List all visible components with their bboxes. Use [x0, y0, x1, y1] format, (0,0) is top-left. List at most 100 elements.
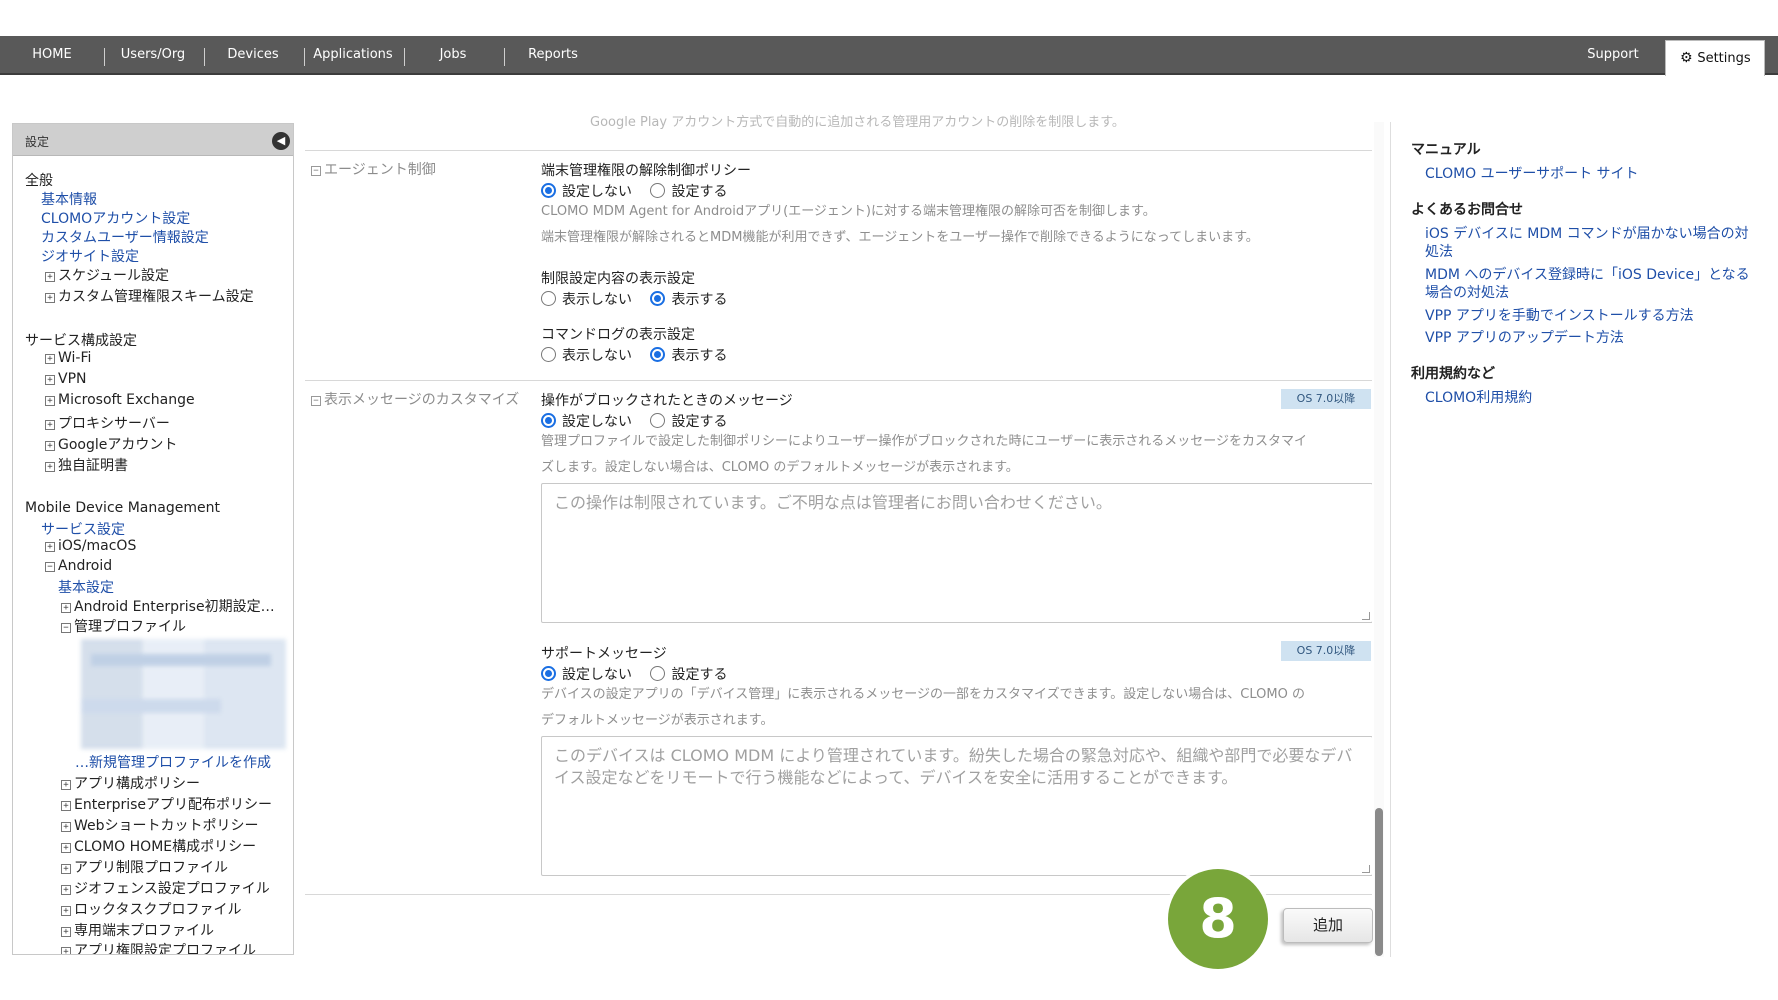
divider — [305, 380, 1372, 381]
sidebar-tree-exchange[interactable]: + Microsoft Exchange — [45, 392, 195, 408]
sidebar-title: 設定 — [25, 135, 50, 149]
expand-icon: + — [45, 441, 55, 451]
sidebar-tree-wifi[interactable]: + Wi-Fi — [45, 350, 91, 366]
add-button[interactable]: 追加 — [1283, 908, 1373, 943]
sidebar-tree-clomo-home-policy[interactable]: + CLOMO HOME構成ポリシー — [61, 836, 256, 856]
divider — [305, 150, 1372, 151]
sidebar-header: 設定 ◀ — [13, 124, 293, 156]
expand-icon: + — [45, 462, 55, 472]
blocked-message-radios: 設定しない 設定する — [541, 411, 741, 431]
expand-icon: + — [61, 603, 71, 613]
faq-link-vpp-update[interactable]: VPP アプリのアップデート方法 — [1425, 329, 1624, 347]
sidebar-tree-app-restriction[interactable]: + アプリ制限プロファイル — [61, 857, 228, 877]
radio-unenroll-on[interactable] — [650, 183, 666, 198]
sidebar-tree-android-enterprise[interactable]: + Android Enterprise初期設定… — [61, 596, 275, 616]
sidebar-tree-custom-permission[interactable]: + カスタム管理権限スキーム設定 — [45, 286, 254, 306]
nav-support[interactable]: Support — [1572, 36, 1654, 73]
expand-icon: + — [45, 354, 55, 364]
expand-icon: + — [45, 542, 55, 552]
sidebar-link-basic-info[interactable]: 基本情報 — [41, 189, 97, 209]
nav-settings-label: Settings — [1697, 51, 1751, 66]
sidebar-link-account-settings[interactable]: CLOMOアカウント設定 — [41, 208, 190, 228]
sidebar-heading-general: 全般 — [25, 173, 53, 189]
sidebar-tree-schedule[interactable]: + スケジュール設定 — [45, 265, 169, 285]
sidebar-tree-google-account[interactable]: + Googleアカウント — [45, 434, 177, 454]
os-version-badge: OS 7.0以降 — [1281, 389, 1371, 409]
terms-heading: 利用規約など — [1411, 366, 1495, 382]
section-agent-control[interactable]: − エージェント制御 — [311, 159, 436, 179]
expand-icon: + — [61, 906, 71, 916]
settings-sidebar: 設定 ◀ 全般 基本情報 CLOMOアカウント設定 カスタムユーザー情報設定 ジ… — [12, 123, 294, 955]
radio-restriction-hide[interactable] — [541, 291, 556, 306]
sidebar-tree-certificate[interactable]: + 独自証明書 — [45, 455, 128, 475]
main-content: Google Play アカウント方式で自動的に追加される管理用アカウントの削除… — [305, 111, 1372, 956]
sidebar-link-new-profile[interactable]: …新規管理プロファイルを作成 — [75, 752, 271, 772]
collapse-icon: − — [45, 562, 55, 572]
help-panel: マニュアル CLOMO ユーザーサポート サイト よくあるお問合せ iOS デバ… — [1390, 122, 1768, 957]
radio-cmdlog-show[interactable] — [650, 347, 666, 362]
sidebar-heading-services: サービス構成設定 — [25, 333, 137, 349]
nav-divider — [304, 48, 305, 66]
unenroll-desc-1: CLOMO MDM Agent for Androidアプリ(エージェント)に対… — [541, 204, 1156, 219]
nav-divider — [504, 48, 505, 66]
nav-divider — [104, 48, 105, 66]
expand-icon: + — [61, 801, 71, 811]
nav-home[interactable]: HOME — [22, 36, 82, 73]
radio-support-off[interactable] — [541, 666, 556, 681]
radio-restriction-show[interactable] — [650, 291, 666, 306]
sidebar-link-service-settings[interactable]: サービス設定 — [41, 519, 125, 539]
expand-icon: + — [45, 375, 55, 385]
manual-support-site-link[interactable]: CLOMO ユーザーサポート サイト — [1425, 165, 1639, 183]
radio-blocked-on[interactable] — [650, 413, 666, 428]
terms-link[interactable]: CLOMO利用規約 — [1425, 389, 1532, 407]
radio-blocked-off[interactable] — [541, 413, 556, 428]
sidebar-link-custom-user-info[interactable]: カスタムユーザー情報設定 — [41, 227, 209, 247]
main-scrollbar-thumb[interactable] — [1375, 808, 1383, 956]
sidebar-tree-app-config-policy[interactable]: + アプリ構成ポリシー — [61, 773, 200, 793]
blocked-message-textarea[interactable]: この操作は制限されています。ご不明な点は管理者にお問い合わせください。 — [541, 483, 1372, 623]
sidebar-tree-proxy[interactable]: + プロキシサーバー — [45, 413, 170, 433]
top-nav-bar: HOME Users/Org Devices Applications Jobs… — [0, 36, 1778, 76]
expand-icon: + — [61, 843, 71, 853]
section-message-customize[interactable]: − 表示メッセージのカスタマイズ — [311, 389, 519, 409]
nav-divider — [204, 48, 205, 66]
support-desc-2: デフォルトメッセージが表示されます。 — [541, 713, 774, 728]
sidebar-tree-geofence[interactable]: + ジオフェンス設定プロファイル — [61, 878, 270, 898]
faq-link-vpp-install[interactable]: VPP アプリを手動でインストールする方法 — [1425, 307, 1694, 325]
sidebar-tree-web-shortcut-policy[interactable]: + Webショートカットポリシー — [61, 815, 259, 835]
nav-reports[interactable]: Reports — [512, 36, 594, 73]
faq-link-mdm-command[interactable]: iOS デバイスに MDM コマンドが届かない場合の対 処法 — [1425, 225, 1749, 261]
support-desc-1: デバイスの設定アプリの「デバイス管理」に表示されるメッセージの一部をカスタマイズ… — [541, 687, 1305, 702]
expand-icon: + — [61, 885, 71, 895]
sidebar-tree-android[interactable]: − Android — [45, 558, 112, 574]
sidebar-tree-managed-profile[interactable]: − 管理プロファイル — [61, 616, 186, 636]
nav-users-org[interactable]: Users/Org — [112, 36, 194, 73]
collapse-icon: − — [311, 396, 321, 406]
sidebar-tree-enterprise-app-policy[interactable]: + Enterpriseアプリ配布ポリシー — [61, 794, 272, 814]
faded-description: Google Play アカウント方式で自動的に追加される管理用アカウントの削除… — [590, 115, 1125, 130]
sidebar-link-android-basic[interactable]: 基本設定 — [58, 577, 114, 597]
radio-support-on[interactable] — [650, 666, 666, 681]
expand-icon: + — [61, 947, 71, 954]
sidebar-tree-vpn[interactable]: + VPN — [45, 371, 87, 387]
sidebar-link-geosite[interactable]: ジオサイト設定 — [41, 246, 139, 266]
sidebar-tree-dedicated-device[interactable]: + 専用端末プロファイル — [61, 920, 214, 940]
resize-handle-icon[interactable] — [1362, 612, 1370, 620]
collapse-icon: − — [61, 623, 71, 633]
sidebar-tree-ios-macos[interactable]: + iOS/macOS — [45, 538, 136, 554]
nav-divider — [404, 48, 405, 66]
sidebar-tree-lock-task[interactable]: + ロックタスクプロファイル — [61, 899, 241, 919]
nav-jobs[interactable]: Jobs — [412, 36, 494, 73]
support-message-textarea[interactable]: このデバイスは CLOMO MDM により管理されています。紛失した場合の緊急対… — [541, 736, 1372, 876]
nav-applications[interactable]: Applications — [312, 36, 394, 73]
nav-devices[interactable]: Devices — [212, 36, 294, 73]
nav-settings-tab[interactable]: ⚙ Settings — [1665, 40, 1765, 76]
sidebar-tree-app-permission[interactable]: + アプリ権限設定プロファイル — [61, 940, 256, 954]
faq-link-ios-device[interactable]: MDM へのデバイス登録時に「iOS Device」となる 場合の対処法 — [1425, 266, 1750, 302]
radio-cmdlog-hide[interactable] — [541, 347, 556, 362]
gear-icon: ⚙ — [1680, 50, 1693, 66]
collapse-sidebar-icon[interactable]: ◀ — [272, 132, 290, 150]
blocked-desc-1: 管理プロファイルで設定した制御ポリシーによりユーザー操作がブロックされた時にユー… — [541, 434, 1307, 449]
resize-handle-icon[interactable] — [1362, 865, 1370, 873]
radio-unenroll-off[interactable] — [541, 183, 556, 198]
